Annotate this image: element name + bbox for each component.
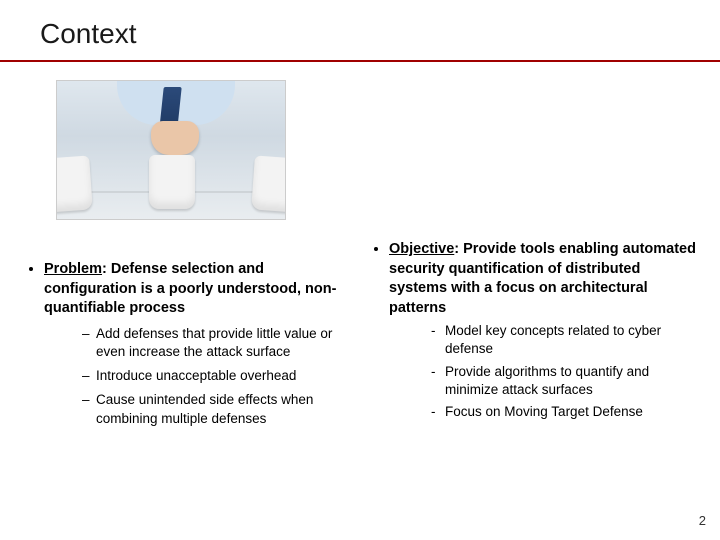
content-columns: Problem: Defense selection and configura… (0, 80, 720, 434)
cup-right (251, 155, 286, 212)
cup-left (56, 155, 93, 212)
objective-label: Objective (389, 241, 454, 257)
slide: Context Problem: Defense selection and c… (0, 0, 720, 540)
problem-label: Problem (44, 261, 102, 277)
problem-sub-1: Add defenses that provide little value o… (82, 325, 351, 361)
objective-sub-2: Provide algorithms to quantify and minim… (431, 363, 700, 399)
cup-center (149, 155, 195, 209)
objective-sublist: Model key concepts related to cyber defe… (389, 322, 700, 421)
problem-sub-3: Cause unintended side effects when combi… (82, 391, 351, 427)
objective-item: Objective: Provide tools enabling automa… (389, 240, 700, 421)
problem-list: Problem: Defense selection and configura… (20, 260, 351, 428)
divider (0, 60, 720, 62)
slide-title: Context (40, 18, 720, 50)
objective-list: Objective: Provide tools enabling automa… (369, 240, 700, 421)
problem-sublist: Add defenses that provide little value o… (44, 325, 351, 428)
objective-sub-3: Focus on Moving Target Defense (431, 403, 700, 421)
problem-item: Problem: Defense selection and configura… (44, 260, 351, 428)
objective-sub-1: Model key concepts related to cyber defe… (431, 322, 700, 358)
left-column: Problem: Defense selection and configura… (20, 80, 351, 434)
hand-shape (151, 121, 199, 155)
title-area: Context (0, 0, 720, 56)
page-number: 2 (699, 513, 706, 528)
problem-sub-2: Introduce unacceptable overhead (82, 367, 351, 385)
right-column: Objective: Provide tools enabling automa… (369, 80, 700, 434)
shell-game-image (56, 80, 286, 220)
